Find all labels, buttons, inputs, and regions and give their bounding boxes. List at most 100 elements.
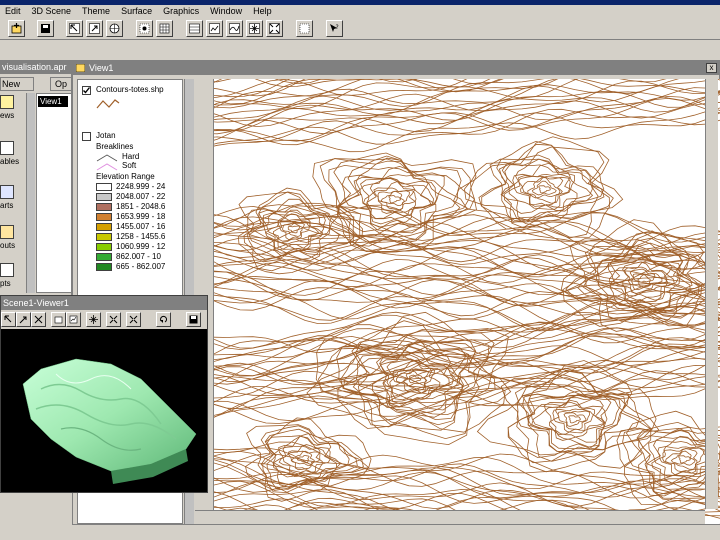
contour-line: [563, 412, 587, 427]
table-icon: [189, 23, 200, 34]
view-icon: [76, 64, 85, 72]
scene-save-button[interactable]: [186, 312, 201, 327]
range-label: 2248.999 - 24: [116, 182, 166, 191]
doctype-tables-label: ables: [0, 157, 20, 166]
contour-line: [312, 158, 477, 252]
checkmark-icon: [83, 87, 91, 94]
identify-button[interactable]: [186, 20, 203, 37]
scene-fit-button[interactable]: [126, 312, 141, 327]
select-button[interactable]: [156, 20, 173, 37]
scripts-icon: [0, 263, 14, 277]
refresh-icon: [160, 315, 168, 323]
main-toolbar: ?: [0, 18, 720, 40]
theme-name[interactable]: Jotan: [96, 131, 116, 141]
navigate-button[interactable]: [246, 20, 263, 37]
contour-line: [670, 450, 696, 466]
menu-surface[interactable]: Surface: [116, 5, 158, 18]
range-swatch: [96, 223, 112, 231]
layout-button[interactable]: [296, 20, 313, 37]
tin-visible-checkbox[interactable]: [82, 132, 91, 141]
elevation-range-label: Elevation Range: [96, 172, 155, 181]
contour-line: [452, 136, 610, 238]
theme-name[interactable]: Contours-totes.shp: [96, 85, 164, 95]
contour-line: [258, 209, 331, 254]
range-label: 1258 - 1455.6: [116, 232, 166, 241]
list-item[interactable]: View1: [38, 96, 68, 107]
fit-icon: [129, 315, 138, 324]
menu-help[interactable]: Help: [248, 5, 278, 18]
menu-window[interactable]: Window: [205, 5, 248, 18]
scene-rotate-button[interactable]: [106, 312, 121, 327]
menu-edit[interactable]: Edit: [0, 5, 27, 18]
menu-graphics[interactable]: Graphics: [158, 5, 205, 18]
globe-icon: [109, 23, 120, 34]
contour-map: [214, 79, 720, 524]
pointer-icon: [69, 23, 80, 34]
range-label: 2048.007 - 22: [116, 192, 166, 201]
add-theme-button[interactable]: [8, 20, 25, 37]
menu-theme[interactable]: Theme: [77, 5, 116, 18]
pointer-button[interactable]: [66, 20, 83, 37]
contour-line: [306, 311, 506, 433]
map-display[interactable]: [213, 79, 720, 524]
project-window: visualisation.apr New Op ews ables arts …: [0, 60, 72, 296]
range-label: 862.007 - 10: [116, 252, 161, 261]
scene-zoom-extent-button[interactable]: [86, 312, 101, 327]
range-swatch: [96, 253, 112, 261]
contour-line: [522, 393, 626, 453]
save-button[interactable]: [37, 20, 54, 37]
add-theme-icon: [11, 23, 22, 34]
project-title[interactable]: visualisation.apr: [0, 60, 72, 74]
contour-line: [214, 92, 720, 135]
menu-3d-scene[interactable]: 3D Scene: [27, 5, 78, 18]
chart-icon: [209, 23, 220, 34]
zoom-in-button[interactable]: [86, 20, 103, 37]
scene-zoom-button[interactable]: [16, 312, 31, 327]
scene-pan-button[interactable]: [31, 312, 46, 327]
project-scrollbar[interactable]: [26, 93, 35, 293]
map-vertical-scrollbar[interactable]: [705, 79, 718, 509]
scene-select-button[interactable]: [51, 312, 66, 327]
scene-viewer-window: Scene1-Viewer1: [0, 295, 208, 493]
scene-3d-canvas[interactable]: [1, 329, 207, 492]
contour-line: [377, 190, 410, 211]
range-swatch: [96, 183, 112, 191]
identify-icon: [69, 315, 78, 324]
help-button[interactable]: ?: [326, 20, 343, 37]
scene-title[interactable]: Scene1-Viewer1: [1, 296, 207, 310]
zoom-extent-icon: [89, 315, 98, 324]
full-extent-button[interactable]: [206, 20, 223, 37]
save-icon: [189, 315, 198, 324]
contour-line: [290, 450, 315, 466]
project-document-list: View1: [36, 93, 72, 293]
rotate-icon: [109, 315, 118, 324]
contour-line-symbol-icon: [96, 99, 120, 109]
close-button[interactable]: x: [706, 63, 717, 73]
navigate-icon: [249, 23, 260, 34]
zoom-extent-button[interactable]: [266, 20, 283, 37]
breaklines-label: Breaklines: [96, 142, 134, 151]
new-button[interactable]: New: [0, 77, 34, 91]
measure-button[interactable]: [226, 20, 243, 37]
scene-navigate-button[interactable]: [1, 312, 16, 327]
menu-bar: Edit 3D Scene Theme Surface Graphics Win…: [0, 5, 720, 18]
scene-identify-button[interactable]: [66, 312, 81, 327]
open-button[interactable]: Op: [50, 77, 72, 91]
tables-icon: [0, 141, 14, 155]
contour-line: [481, 140, 624, 230]
pan-button[interactable]: [136, 20, 153, 37]
zoom-out-button[interactable]: [106, 20, 123, 37]
contour-line: [214, 302, 720, 350]
map-horizontal-scrollbar[interactable]: [195, 510, 705, 524]
range-label: 1455.007 - 16: [116, 222, 166, 231]
doctype-scripts-label: pts: [0, 279, 11, 288]
doc-types-panel: ews ables arts outs pts: [0, 93, 26, 293]
range-swatch: [96, 193, 112, 201]
scene-refresh-button[interactable]: [156, 312, 171, 327]
view-title[interactable]: View1: [73, 61, 719, 75]
zoom-extent-icon: [269, 23, 280, 34]
range-label: 1060.999 - 12: [116, 242, 166, 251]
layout-icon: [299, 23, 310, 34]
contours-visible-checkbox[interactable]: [82, 86, 91, 95]
select-icon: [54, 316, 63, 324]
